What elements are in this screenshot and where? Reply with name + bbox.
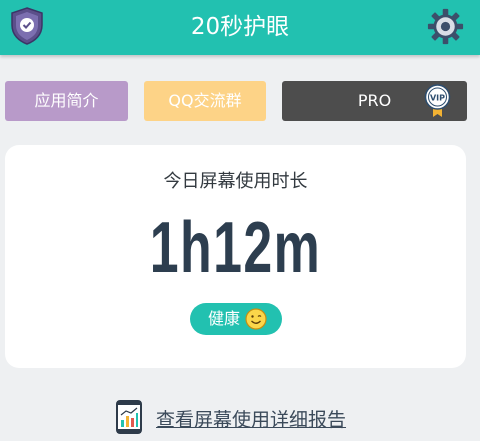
qq-group-button[interactable]: QQ交流群: [144, 81, 266, 121]
report-link-label[interactable]: 查看屏幕使用详细报告: [156, 405, 346, 432]
status-label: 健康: [208, 309, 241, 328]
usage-time: 1h12m: [149, 208, 322, 288]
vip-badge-icon: VIP: [424, 84, 451, 117]
vip-badge-text: VIP: [430, 94, 445, 103]
pro-button-label: PRO: [357, 91, 392, 110]
app-intro-button[interactable]: 应用简介: [5, 81, 128, 121]
pro-button[interactable]: PRO VIP: [282, 81, 467, 121]
usage-card: 今日屏幕使用时长 1h12m 健康: [5, 145, 466, 368]
page-title: 20秒护眼: [190, 14, 290, 40]
smiley-icon: [245, 308, 267, 330]
phone-chart-icon: [116, 400, 142, 434]
gear-icon[interactable]: [427, 8, 464, 45]
app-header: 20秒护眼: [0, 0, 480, 55]
status-badge: 健康: [190, 303, 282, 335]
usage-label: 今日屏幕使用时长: [163, 171, 308, 192]
